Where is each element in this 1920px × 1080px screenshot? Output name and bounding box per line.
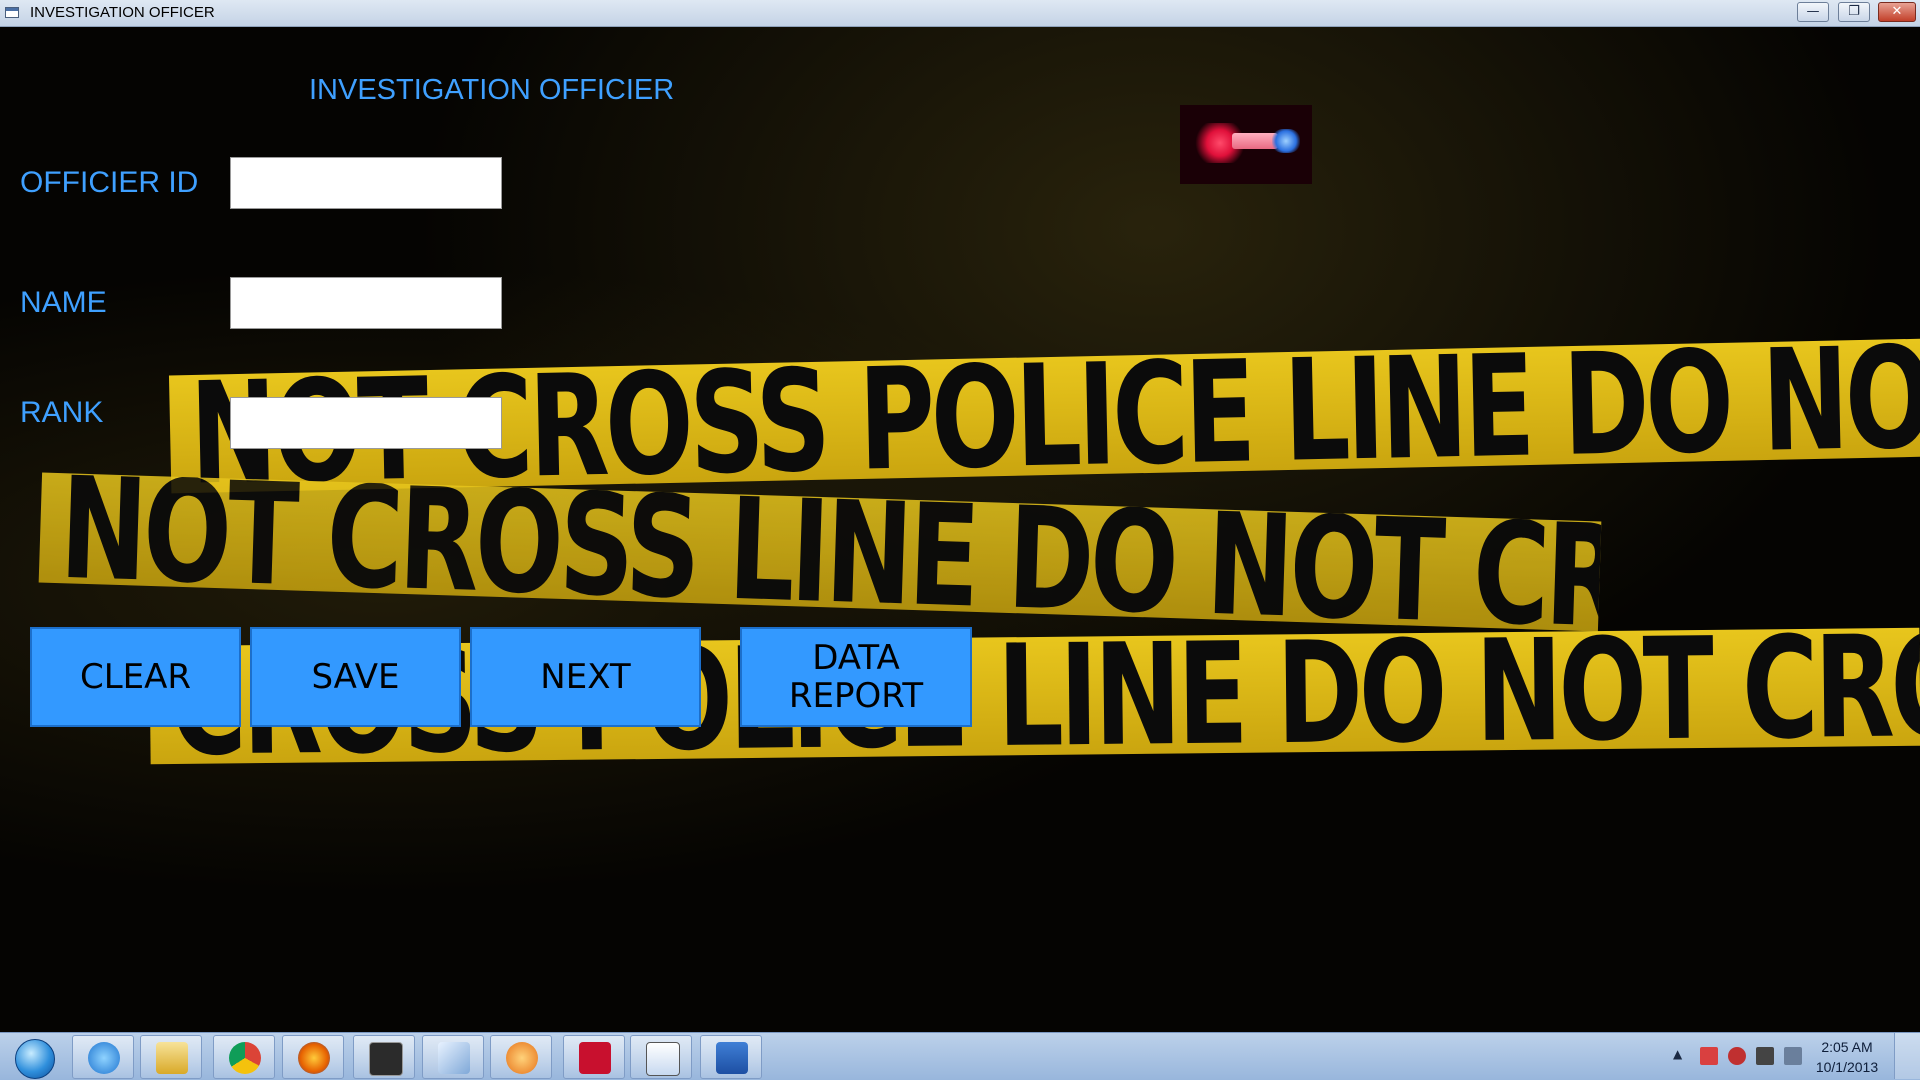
title-bar: INVESTIGATION OFFICER — ❐ ✕ [0,0,1920,27]
form-client-area: NOT CROSS POLICE LINE DO NOT CR NOT CROS… [0,27,1920,1032]
word-taskbar-button[interactable] [700,1035,762,1079]
minimize-button[interactable]: — [1797,2,1829,22]
clock-time: 2:05 AM [1821,1039,1873,1055]
network-icon[interactable] [1784,1047,1802,1065]
internet-explorer-icon [88,1042,120,1074]
app-icon [5,7,19,18]
clock-date: 10/1/2013 [1815,1059,1879,1075]
rank-label: RANK [20,396,104,429]
network-error-icon[interactable] [1700,1047,1718,1065]
police-siren-image [1180,105,1312,184]
sql-icon [369,1042,403,1076]
internet-explorer-taskbar-button[interactable] [72,1035,134,1079]
power-icon[interactable] [1756,1047,1774,1065]
rank-input[interactable] [230,397,502,449]
volume-mute-icon[interactable] [1728,1047,1746,1065]
start-button[interactable] [5,1035,63,1079]
window-title: INVESTIGATION OFFICER [30,4,215,21]
chrome-taskbar-button[interactable] [213,1035,275,1079]
data-report-button[interactable]: DATA REPORT [740,627,972,727]
close-button[interactable]: ✕ [1878,2,1916,22]
word-icon [716,1042,748,1074]
firefox-taskbar-button[interactable] [282,1035,344,1079]
adobe-reader-taskbar-button[interactable] [563,1035,625,1079]
next-button[interactable]: NEXT [470,627,701,727]
system-clock[interactable]: 2:05 AM 10/1/2013 [1812,1037,1882,1077]
media-player-icon [506,1042,538,1074]
data-report-label-line1: DATA [812,638,900,678]
file-explorer-taskbar-button[interactable] [140,1035,202,1079]
show-hidden-icons-icon[interactable]: ▲ [1673,1047,1682,1061]
clear-button[interactable]: CLEAR [30,627,241,727]
name-label: NAME [20,286,107,319]
maximize-button[interactable]: ❐ [1838,2,1870,22]
media-player-taskbar-button[interactable] [490,1035,552,1079]
remote-app-icon [646,1042,680,1076]
officer-id-label: OFFICIER ID [20,166,199,199]
name-input[interactable] [230,277,502,329]
save-button[interactable]: SAVE [250,627,461,727]
remote-app-taskbar-button[interactable] [630,1035,692,1079]
data-report-label-line2: REPORT [788,676,924,716]
file-explorer-icon [156,1042,188,1074]
sql-taskbar-button[interactable] [353,1035,415,1079]
officer-id-input[interactable] [230,157,502,209]
notepad-icon [438,1042,470,1074]
windows-logo-icon [15,1039,55,1079]
notepad-taskbar-button[interactable] [422,1035,484,1079]
adobe-reader-icon [579,1042,611,1074]
firefox-icon [298,1042,330,1074]
chrome-icon [229,1042,261,1074]
police-tape-middle: NOT CROSS LINE DO NOT CROSS POLI [38,472,1602,632]
show-desktop-button[interactable] [1894,1033,1920,1079]
taskbar: ▲ 2:05 AM 10/1/2013 [0,1032,1920,1080]
form-title: INVESTIGATION OFFICIER [309,74,675,106]
